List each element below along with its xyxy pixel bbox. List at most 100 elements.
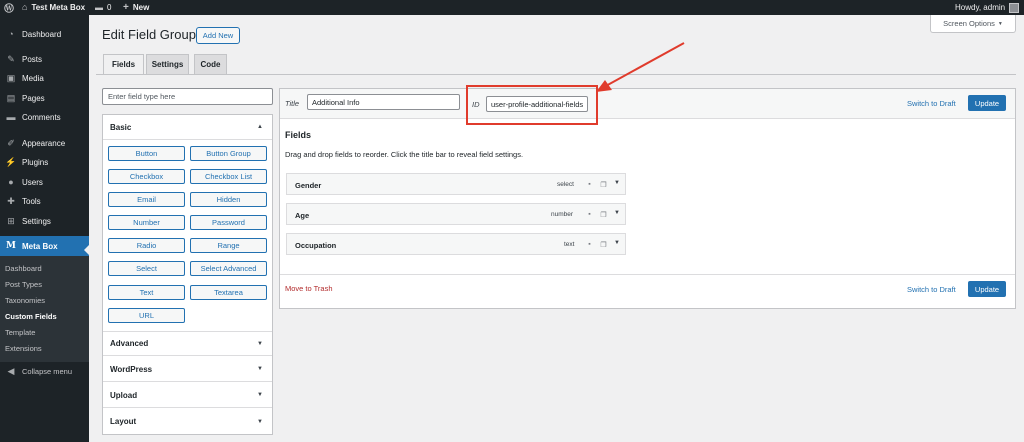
submenu-item-taxonomies[interactable]: Taxonomies: [5, 296, 45, 305]
site-name: Test Meta Box: [31, 3, 86, 12]
sidebar-item-posts[interactable]: ✎ Posts: [0, 50, 89, 68]
caret-down-icon[interactable]: ▼: [614, 240, 620, 246]
tab-fields[interactable]: Fields: [103, 54, 144, 74]
screen-options-button[interactable]: Screen Options ▼: [930, 15, 1016, 33]
meta-box-submenu: Dashboard Post Types Taxonomies Custom F…: [0, 256, 89, 362]
my-account-link[interactable]: Howdy, admin: [955, 0, 1020, 15]
update-button[interactable]: Update: [968, 95, 1006, 111]
sidebar-item-users[interactable]: ● Users: [0, 173, 89, 191]
plugin-icon: ⚡: [5, 156, 17, 167]
field-type-button[interactable]: Button: [108, 146, 185, 161]
caret-down-icon: ▼: [997, 20, 1003, 27]
brush-icon: ✐: [7, 137, 15, 148]
new-content-link[interactable]: + New: [123, 0, 149, 15]
avatar: [1009, 2, 1020, 13]
trash-icon[interactable]: ▪: [585, 209, 594, 220]
sidebar-item-tools[interactable]: ✚ Tools: [0, 192, 89, 210]
field-type-textarea[interactable]: Textarea: [190, 285, 267, 300]
collapse-menu-button[interactable]: ◀ Collapse menu: [0, 362, 89, 380]
group-basic-header[interactable]: Basic ▲: [103, 115, 272, 140]
move-to-trash-link[interactable]: Move to Trash: [285, 284, 333, 293]
group-upload-header[interactable]: Upload ▼: [103, 383, 272, 408]
plus-icon: +: [123, 2, 129, 13]
sidebar-item-meta-box[interactable]: M Meta Box: [0, 236, 89, 256]
users-icon: ●: [8, 176, 14, 187]
field-row-occupation[interactable]: Occupation text ▪ ❐ ▼: [286, 233, 626, 255]
annotation-arrow: [596, 42, 685, 92]
field-type-range[interactable]: Range: [190, 238, 267, 253]
comments-icon: ▬: [6, 111, 16, 122]
duplicate-icon[interactable]: ❐: [599, 239, 608, 250]
screen-options-label: Screen Options: [943, 19, 995, 28]
media-icon: ▣: [6, 72, 16, 83]
field-row-gender[interactable]: Gender select ▪ ❐ ▼: [286, 173, 626, 195]
group-layout-title: Layout: [110, 417, 137, 426]
fields-heading: Fields: [285, 130, 312, 140]
sidebar-item-dashboard[interactable]: ◔ Dashboard: [0, 25, 89, 43]
sidebar-item-pages[interactable]: ▤ Pages: [0, 89, 89, 107]
caret-down-icon[interactable]: ▼: [614, 210, 620, 216]
field-type-checkbox-list[interactable]: Checkbox List: [190, 169, 267, 184]
add-new-button[interactable]: Add New: [196, 27, 240, 44]
field-name: Age: [295, 211, 310, 220]
field-type-url[interactable]: URL: [108, 308, 185, 323]
field-types-panel: Basic ▲ Button Button Group Checkbox Che…: [102, 114, 273, 435]
submenu-item-post-types[interactable]: Post Types: [5, 280, 42, 289]
field-type-number[interactable]: Number: [108, 215, 185, 230]
site-name-link[interactable]: ⌂ Test Meta Box: [22, 0, 85, 15]
field-type-button-group[interactable]: Button Group: [190, 146, 267, 161]
field-type-hidden[interactable]: Hidden: [190, 192, 267, 207]
wrench-icon: ✚: [7, 195, 15, 206]
sidebar-item-label: Posts: [22, 54, 43, 64]
tab-settings[interactable]: Settings: [146, 54, 189, 74]
group-layout-header[interactable]: Layout ▼: [103, 409, 272, 434]
comment-bubble-icon: ▬: [95, 3, 103, 12]
admin-bar: W ⌂ Test Meta Box ▬ 0 + New Howdy, admin: [0, 0, 1024, 15]
tab-code[interactable]: Code: [194, 54, 227, 74]
trash-icon[interactable]: ▪: [585, 239, 594, 250]
sidebar-item-settings[interactable]: ⊞ Settings: [0, 212, 89, 230]
pages-icon: ▤: [6, 92, 16, 103]
sidebar-item-label: Appearance: [22, 138, 66, 148]
field-type-checkbox[interactable]: Checkbox: [108, 169, 185, 184]
field-type-email[interactable]: Email: [108, 192, 185, 207]
submenu-item-dashboard[interactable]: Dashboard: [5, 264, 42, 273]
switch-to-draft-link-bottom[interactable]: Switch to Draft: [907, 285, 956, 294]
sidebar-item-media[interactable]: ▣ Media: [0, 69, 89, 87]
caret-down-icon: ▼: [257, 418, 263, 425]
sidebar-item-plugins[interactable]: ⚡ Plugins: [0, 153, 89, 171]
field-type-password[interactable]: Password: [190, 215, 267, 230]
trash-icon[interactable]: ▪: [585, 179, 594, 190]
sidebar-item-comments[interactable]: ▬ Comments: [0, 108, 89, 126]
duplicate-icon[interactable]: ❐: [599, 179, 608, 190]
field-type-text[interactable]: Text: [108, 285, 185, 300]
admin-sidebar: ◔ Dashboard ✎ Posts ▣ Media ▤ Pages ▬ Co…: [0, 15, 89, 442]
sidebar-item-label: Media: [22, 73, 44, 83]
field-type-select[interactable]: Select: [108, 261, 185, 276]
field-type-radio[interactable]: Radio: [108, 238, 185, 253]
field-type: number: [551, 211, 574, 218]
sidebar-item-appearance[interactable]: ✐ Appearance: [0, 134, 89, 152]
submenu-item-template[interactable]: Template: [5, 328, 35, 337]
field-type-search-input[interactable]: [102, 88, 273, 105]
wordpress-logo-icon[interactable]: W: [4, 0, 14, 15]
sidebar-item-label: Settings: [22, 216, 51, 226]
switch-to-draft-link[interactable]: Switch to Draft: [907, 99, 956, 108]
title-input[interactable]: [307, 94, 460, 110]
field-type-select-advanced[interactable]: Select Advanced: [190, 261, 267, 276]
field-name: Occupation: [295, 241, 337, 250]
submenu-item-extensions[interactable]: Extensions: [5, 344, 42, 353]
new-label: New: [132, 3, 150, 12]
id-highlight-box: [466, 85, 598, 125]
duplicate-icon[interactable]: ❐: [599, 209, 608, 220]
current-menu-pointer: [84, 245, 89, 255]
field-row-age[interactable]: Age number ▪ ❐ ▼: [286, 203, 626, 225]
group-advanced-header[interactable]: Advanced ▼: [103, 331, 272, 356]
group-wordpress-header[interactable]: WordPress ▼: [103, 357, 272, 382]
meta-box-icon: M: [6, 240, 16, 251]
comments-link[interactable]: ▬ 0: [95, 0, 111, 15]
submenu-item-custom-fields[interactable]: Custom Fields: [5, 312, 57, 321]
caret-down-icon[interactable]: ▼: [614, 180, 620, 186]
collapse-menu-label: Collapse menu: [22, 366, 73, 376]
update-button-bottom[interactable]: Update: [968, 281, 1006, 297]
